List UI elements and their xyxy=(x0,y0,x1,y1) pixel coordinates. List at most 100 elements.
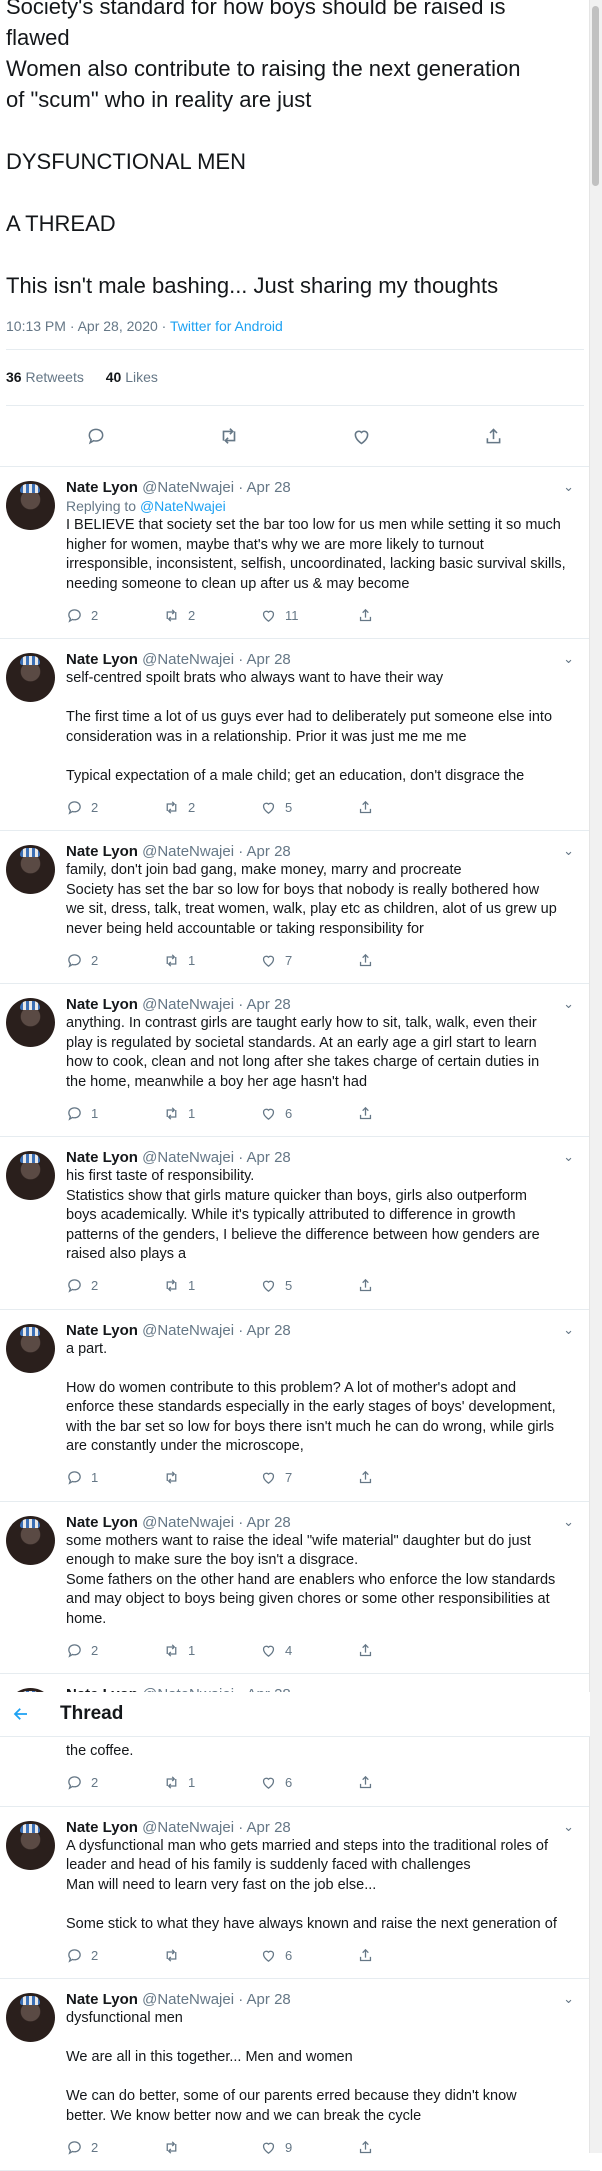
tweet-header: Nate Lyon @NateNwajei · Apr 28 xyxy=(66,843,580,861)
share-button[interactable] xyxy=(357,1277,454,1294)
author-handle[interactable]: @NateNwajei · Apr 28 xyxy=(142,843,291,860)
list-item[interactable]: ⌄ Nate Lyon @NateNwajei · Apr 28 some mo… xyxy=(0,1502,590,1675)
author-handle[interactable]: @NateNwajei · Apr 28 xyxy=(142,479,291,496)
retweet-button[interactable]: 2 xyxy=(163,607,260,624)
source-link[interactable]: Twitter for Android xyxy=(170,318,283,334)
like-button[interactable]: 6 xyxy=(260,1774,357,1791)
like-button[interactable]: 7 xyxy=(260,1469,357,1486)
back-arrow-icon[interactable] xyxy=(12,1705,30,1723)
retweet-button[interactable] xyxy=(163,1947,260,1964)
share-button[interactable] xyxy=(357,1105,454,1122)
author-name[interactable]: Nate Lyon xyxy=(66,1514,138,1531)
chevron-down-icon[interactable]: ⌄ xyxy=(563,1149,574,1165)
share-button[interactable] xyxy=(357,1947,454,1964)
like-button[interactable]: 7 xyxy=(260,952,357,969)
chevron-down-icon[interactable]: ⌄ xyxy=(563,1514,574,1530)
avatar[interactable] xyxy=(6,653,55,702)
chevron-down-icon[interactable]: ⌄ xyxy=(563,479,574,495)
scrollbar-thumb[interactable] xyxy=(592,6,599,186)
list-item[interactable]: ⌄ Nate Lyon @NateNwajei · Apr 28 family,… xyxy=(0,831,590,984)
retweet-button[interactable]: 1 xyxy=(163,952,260,969)
chevron-down-icon[interactable]: ⌄ xyxy=(563,1991,574,2007)
author-name[interactable]: Nate Lyon xyxy=(66,1322,138,1339)
author-handle[interactable]: @NateNwajei · Apr 28 xyxy=(142,996,291,1013)
share-button[interactable] xyxy=(357,607,454,624)
avatar[interactable] xyxy=(6,1821,55,1870)
replying-to-link[interactable]: @NateNwajei xyxy=(140,498,226,514)
reply-icon[interactable] xyxy=(85,425,107,447)
retweet-button[interactable]: 1 xyxy=(163,1105,260,1122)
reply-button[interactable]: 2 xyxy=(66,952,163,969)
reply-button[interactable]: 1 xyxy=(66,1105,163,1122)
like-button[interactable]: 6 xyxy=(260,1947,357,1964)
reply-button[interactable]: 2 xyxy=(66,1642,163,1659)
list-item[interactable]: ⌄ Nate Lyon @NateNwajei · Apr 28 A dysfu… xyxy=(0,1807,590,1980)
chevron-down-icon[interactable]: ⌄ xyxy=(563,843,574,859)
share-button[interactable] xyxy=(357,1642,454,1659)
likes-stat[interactable]: 40 Likes xyxy=(106,369,158,385)
author-handle[interactable]: @NateNwajei · Apr 28 xyxy=(142,651,291,668)
retweet-button[interactable]: 1 xyxy=(163,1774,260,1791)
author-name[interactable]: Nate Lyon xyxy=(66,1991,138,2008)
list-item[interactable]: ⌄ Nate Lyon @NateNwajei · Apr 28 his fir… xyxy=(0,1137,590,1310)
author-name[interactable]: Nate Lyon xyxy=(66,843,138,860)
share-button[interactable] xyxy=(357,952,454,969)
retweet-button[interactable]: 1 xyxy=(163,1277,260,1294)
reply-button[interactable]: 2 xyxy=(66,607,163,624)
reply-button[interactable]: 1 xyxy=(66,1469,163,1486)
author-name[interactable]: Nate Lyon xyxy=(66,651,138,668)
author-handle[interactable]: @NateNwajei · Apr 28 xyxy=(142,1819,291,1836)
like-button[interactable]: 5 xyxy=(260,1277,357,1294)
author-name[interactable]: Nate Lyon xyxy=(66,996,138,1013)
retweet-icon[interactable] xyxy=(218,425,240,447)
chevron-down-icon[interactable]: ⌄ xyxy=(563,1819,574,1835)
author-handle[interactable]: @NateNwajei · Apr 28 xyxy=(142,1514,291,1531)
chevron-down-icon[interactable]: ⌄ xyxy=(563,1322,574,1338)
retweet-button[interactable] xyxy=(163,1469,260,1486)
avatar[interactable] xyxy=(6,998,55,1047)
avatar[interactable] xyxy=(6,845,55,894)
retweet-button[interactable]: 1 xyxy=(163,1642,260,1659)
like-button[interactable]: 4 xyxy=(260,1642,357,1659)
chevron-down-icon[interactable]: ⌄ xyxy=(563,651,574,667)
chevron-down-icon[interactable]: ⌄ xyxy=(563,996,574,1012)
tweet-time-link[interactable]: 10:13 PM · Apr 28, 2020 xyxy=(6,318,158,334)
list-item[interactable]: ⌄ Nate Lyon @NateNwajei · Apr 28 dysfunc… xyxy=(0,1979,590,2171)
list-item[interactable]: ⌄ Nate Lyon @NateNwajei · Apr 28 self-ce… xyxy=(0,639,590,831)
tweet-actions: 1 1 6 xyxy=(66,1100,580,1126)
reply-button[interactable]: 2 xyxy=(66,1277,163,1294)
like-icon[interactable] xyxy=(350,425,372,447)
share-icon[interactable] xyxy=(483,425,505,447)
author-name[interactable]: Nate Lyon xyxy=(66,1149,138,1166)
author-name[interactable]: Nate Lyon xyxy=(66,1819,138,1836)
author-handle[interactable]: @NateNwajei · Apr 28 xyxy=(142,1149,291,1166)
list-item[interactable]: ⌄ Nate Lyon @NateNwajei · Apr 28 a part.… xyxy=(0,1310,590,1502)
tweet-text: his first taste of responsibility. Stati… xyxy=(66,1167,580,1265)
retweet-button[interactable]: 2 xyxy=(163,799,260,816)
like-button[interactable]: 5 xyxy=(260,799,357,816)
retweets-stat[interactable]: 36 Retweets xyxy=(6,369,84,385)
share-button[interactable] xyxy=(357,799,454,816)
list-item[interactable]: ⌄ Nate Lyon @NateNwajei · Apr 28 Replyin… xyxy=(0,467,590,639)
retweet-icon xyxy=(163,799,180,816)
reply-button[interactable]: 2 xyxy=(66,799,163,816)
author-handle[interactable]: @NateNwajei · Apr 28 xyxy=(142,1322,291,1339)
like-button[interactable]: 6 xyxy=(260,1105,357,1122)
scrollbar[interactable] xyxy=(589,0,602,2153)
like-button[interactable]: 11 xyxy=(260,607,357,624)
avatar[interactable] xyxy=(6,481,55,530)
author-handle[interactable]: @NateNwajei · Apr 28 xyxy=(142,1991,291,2008)
share-button[interactable] xyxy=(357,1774,454,1791)
reply-button[interactable]: 2 xyxy=(66,1774,163,1791)
list-item[interactable]: the coffee. 2 1 6 xyxy=(0,1742,590,1807)
like-count: 6 xyxy=(285,1948,292,1963)
avatar[interactable] xyxy=(6,1324,55,1373)
author-name[interactable]: Nate Lyon xyxy=(66,479,138,496)
share-button[interactable] xyxy=(357,1469,454,1486)
like-icon xyxy=(260,1774,277,1791)
avatar[interactable] xyxy=(6,1151,55,1200)
list-item[interactable]: ⌄ Nate Lyon @NateNwajei · Apr 28 anythin… xyxy=(0,984,590,1137)
reply-button[interactable]: 2 xyxy=(66,1947,163,1964)
avatar[interactable] xyxy=(6,1516,55,1565)
avatar[interactable] xyxy=(6,1993,55,2042)
